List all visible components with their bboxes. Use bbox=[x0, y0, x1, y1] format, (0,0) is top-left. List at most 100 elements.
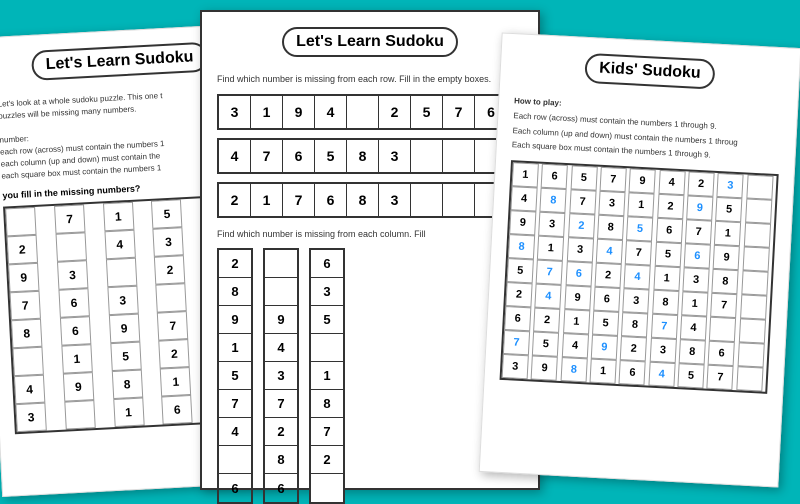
sudoku-cell: 3 bbox=[717, 173, 744, 198]
left-paper-title: Let's Learn Sudoku bbox=[31, 42, 208, 81]
right-paper: Kids' Sudoku How to play: Each row (acro… bbox=[479, 32, 800, 487]
sudoku-cell: 3 bbox=[538, 212, 565, 237]
sudoku-cell: 6 bbox=[708, 341, 735, 366]
sudoku-cell: 8 bbox=[508, 234, 535, 259]
row-cell: 5 bbox=[315, 140, 347, 172]
row-puzzle-grid: 31942576 bbox=[217, 94, 523, 130]
sudoku-cell: 4 bbox=[648, 362, 675, 387]
sudoku-cell: 7 bbox=[503, 330, 530, 355]
row-cell: 2 bbox=[379, 96, 411, 128]
col-cell: 8 bbox=[219, 278, 251, 306]
sudoku-cell bbox=[744, 223, 771, 248]
sudoku-cell: 1 bbox=[653, 266, 680, 291]
sudoku-cell: 6 bbox=[565, 261, 592, 286]
left-cell: 6 bbox=[162, 395, 193, 425]
col-cell: 8 bbox=[311, 390, 343, 418]
sudoku-cell: 8 bbox=[652, 290, 679, 315]
col-cell: 9 bbox=[219, 306, 251, 334]
row-cell: 3 bbox=[219, 96, 251, 128]
sudoku-cell: 9 bbox=[686, 196, 713, 221]
col-cell: 8 bbox=[265, 446, 297, 474]
row-cell: 4 bbox=[219, 140, 251, 172]
how-to-play-label: How to play: bbox=[514, 96, 562, 107]
left-cell: 1 bbox=[103, 202, 134, 232]
left-cell: 4 bbox=[104, 230, 135, 260]
col-puzzle-grid: 9437286 bbox=[263, 248, 299, 504]
sudoku-cell: 2 bbox=[687, 172, 714, 197]
left-cell bbox=[106, 258, 137, 288]
sudoku-cell: 6 bbox=[504, 306, 531, 331]
sudoku-cell: 7 bbox=[685, 220, 712, 245]
sudoku-cell: 1 bbox=[590, 359, 617, 384]
col-cell: 4 bbox=[265, 334, 297, 362]
col-cell: 3 bbox=[265, 362, 297, 390]
row-cell: 8 bbox=[347, 184, 379, 216]
row-cell bbox=[411, 140, 443, 172]
right-paper-title: Kids' Sudoku bbox=[584, 53, 715, 90]
col-cell: 5 bbox=[219, 362, 251, 390]
row-cell: 7 bbox=[251, 140, 283, 172]
row-cell: 3 bbox=[379, 184, 411, 216]
col-cell: 2 bbox=[265, 418, 297, 446]
sudoku-cell: 2 bbox=[595, 263, 622, 288]
col-cell: 6 bbox=[265, 474, 297, 502]
left-cell: 3 bbox=[57, 260, 88, 290]
sudoku-cell bbox=[737, 342, 764, 367]
left-cell: 7 bbox=[10, 291, 41, 321]
row-puzzle-grid: 217683 bbox=[217, 182, 523, 218]
row-cell: 1 bbox=[251, 96, 283, 128]
sudoku-cell: 7 bbox=[536, 260, 563, 285]
row-cell: 6 bbox=[315, 184, 347, 216]
sudoku-cell: 5 bbox=[715, 197, 742, 222]
left-cell: 5 bbox=[110, 342, 141, 372]
sudoku-cell: 7 bbox=[710, 293, 737, 318]
row-cell bbox=[347, 96, 379, 128]
sudoku-cell: 9 bbox=[531, 356, 558, 381]
sudoku-cell: 4 bbox=[596, 239, 623, 264]
sudoku-cell: 5 bbox=[532, 332, 559, 357]
sudoku-cell: 4 bbox=[680, 315, 707, 340]
row-cell bbox=[443, 184, 475, 216]
sudoku-cell: 2 bbox=[533, 308, 560, 333]
sudoku-cell: 9 bbox=[591, 335, 618, 360]
sudoku-cell: 2 bbox=[505, 282, 532, 307]
left-cell: 7 bbox=[54, 204, 85, 234]
row-cell: 1 bbox=[251, 184, 283, 216]
row-cell: 8 bbox=[347, 140, 379, 172]
left-cell: 1 bbox=[160, 367, 191, 397]
col-cell bbox=[265, 278, 297, 306]
sudoku-cell bbox=[738, 318, 765, 343]
left-cell bbox=[5, 207, 36, 237]
left-cell: 3 bbox=[107, 286, 138, 316]
sudoku-cell: 6 bbox=[593, 287, 620, 312]
col-cell: 7 bbox=[265, 390, 297, 418]
middle-paper-title: Let's Learn Sudoku bbox=[282, 27, 458, 57]
sudoku-cell: 2 bbox=[620, 336, 647, 361]
left-cell: 5 bbox=[151, 199, 182, 229]
col-cell: 6 bbox=[219, 474, 251, 502]
col-cell: 7 bbox=[311, 418, 343, 446]
sudoku-cell bbox=[741, 271, 768, 296]
sudoku-cell: 1 bbox=[563, 309, 590, 334]
row-puzzle-grid: 476583 bbox=[217, 138, 523, 174]
sudoku-cell: 9 bbox=[509, 210, 536, 235]
row-cell: 4 bbox=[315, 96, 347, 128]
left-cell: 2 bbox=[159, 339, 190, 369]
row-cell bbox=[443, 140, 475, 172]
sudoku-cell: 5 bbox=[654, 242, 681, 267]
row-cell: 6 bbox=[283, 140, 315, 172]
sudoku-cell bbox=[709, 317, 736, 342]
sudoku-cell: 6 bbox=[541, 164, 568, 189]
right-instructions: How to play: Each row (across) must cont… bbox=[511, 95, 782, 166]
left-cell: 8 bbox=[111, 370, 142, 400]
sudoku-cell: 9 bbox=[629, 169, 656, 194]
row-cell: 9 bbox=[283, 96, 315, 128]
sudoku-cell: 2 bbox=[568, 213, 595, 238]
left-cell: 6 bbox=[58, 288, 89, 318]
left-cell: 3 bbox=[153, 227, 184, 257]
sudoku-cell: 3 bbox=[566, 237, 593, 262]
sudoku-cell: 3 bbox=[649, 338, 676, 363]
sudoku-cell: 1 bbox=[537, 236, 564, 261]
col-grids: 2891574694372866351872 bbox=[217, 248, 523, 504]
col-cell bbox=[311, 474, 343, 502]
